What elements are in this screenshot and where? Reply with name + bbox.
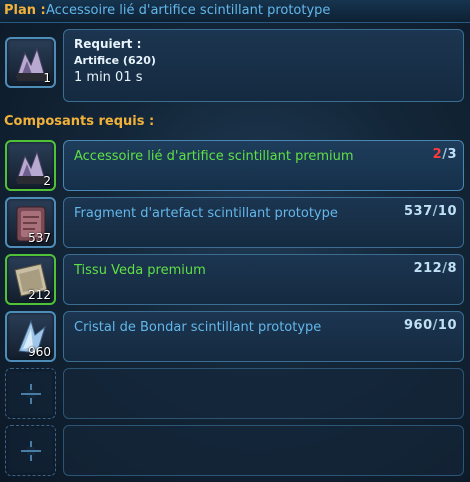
quantity-needed: 3 xyxy=(447,147,457,162)
plan-item-slot[interactable]: 1 xyxy=(5,37,56,88)
component-slot-4[interactable]: 960 xyxy=(5,311,56,362)
quantity-have: 212 xyxy=(413,261,443,276)
plan-requirements-panel: Requiert : Artifice (620) 1 min 01 s xyxy=(63,29,464,102)
component-row-2[interactable]: Fragment d'artefact scintillant prototyp… xyxy=(63,197,464,248)
component-row-1[interactable]: Accessoire lié d'artifice scintillant pr… xyxy=(63,140,464,191)
quantity-needed: 8 xyxy=(447,261,457,276)
plan-label: Plan : xyxy=(4,3,46,18)
component-count: 537 xyxy=(28,231,51,245)
empty-slot-icon xyxy=(21,441,41,461)
plan-title: Accessoire lié d'artifice scintillant pr… xyxy=(46,3,331,18)
component-count: 2 xyxy=(43,174,51,188)
component-quantity: 2/3 xyxy=(433,147,457,162)
quantity-needed: 10 xyxy=(437,204,457,219)
component-slot-3[interactable]: 212 xyxy=(5,254,56,305)
component-quantity: 212/8 xyxy=(414,261,457,276)
empty-component-row-6 xyxy=(63,425,464,476)
requires-label: Requiert : xyxy=(74,37,142,51)
component-name: Fragment d'artefact scintillant prototyp… xyxy=(74,206,338,221)
component-row-4[interactable]: Cristal de Bondar scintillant prototype … xyxy=(63,311,464,362)
component-name: Tissu Veda premium xyxy=(74,263,206,278)
craft-time: 1 min 01 s xyxy=(74,70,143,85)
required-skill: Artifice (620) xyxy=(74,54,156,67)
plan-item-count: 1 xyxy=(43,71,51,85)
quantity-have: 537 xyxy=(404,204,433,219)
empty-component-slot-6[interactable] xyxy=(5,425,56,476)
component-quantity: 537/10 xyxy=(404,204,457,219)
quantity-needed: 10 xyxy=(437,318,457,333)
header-bar: Plan : Accessoire lié d'artifice scintil… xyxy=(0,0,470,23)
component-name: Cristal de Bondar scintillant prototype xyxy=(74,320,322,335)
component-slot-2[interactable]: 537 xyxy=(5,197,56,248)
component-name: Accessoire lié d'artifice scintillant pr… xyxy=(74,149,354,164)
component-quantity: 960/10 xyxy=(404,318,457,333)
component-slot-1[interactable]: 2 xyxy=(5,140,56,191)
components-section-label: Composants requis : xyxy=(4,114,155,129)
component-count: 212 xyxy=(28,288,51,302)
empty-slot-icon xyxy=(21,384,41,404)
component-row-3[interactable]: Tissu Veda premium 212/8 xyxy=(63,254,464,305)
empty-component-slot-5[interactable] xyxy=(5,368,56,419)
empty-component-row-5 xyxy=(63,368,464,419)
quantity-have: 960 xyxy=(404,318,433,333)
component-count: 960 xyxy=(28,345,51,359)
quantity-have: 2 xyxy=(432,147,443,162)
